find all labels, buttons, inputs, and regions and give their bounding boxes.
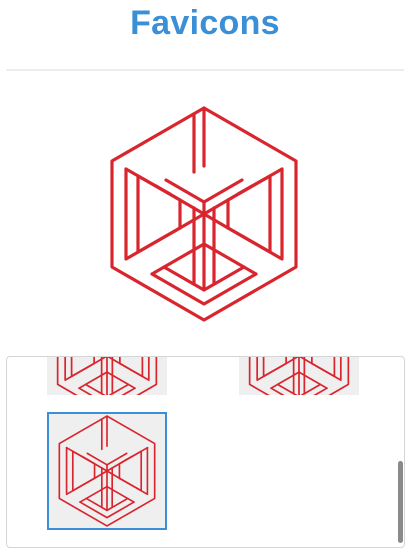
favicon-option[interactable] <box>239 357 359 395</box>
favicon-gallery[interactable] <box>6 356 405 548</box>
favicon-option[interactable] <box>47 357 167 395</box>
impossible-cube-icon <box>248 357 350 395</box>
favicon-preview <box>104 100 304 328</box>
impossible-cube-icon <box>110 106 298 322</box>
title-divider <box>6 69 404 71</box>
favicons-page: Favicons <box>0 0 410 550</box>
impossible-cube-icon <box>58 415 156 527</box>
gallery-scrollbar[interactable] <box>398 461 403 543</box>
favicon-option-selected[interactable] <box>47 412 167 530</box>
page-title: Favicons <box>130 4 280 42</box>
impossible-cube-icon <box>56 357 158 395</box>
